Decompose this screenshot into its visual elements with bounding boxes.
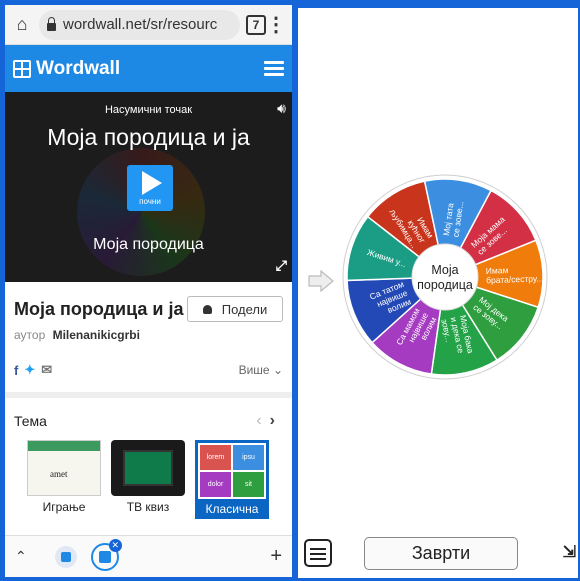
theme-thumbnail: lorem ipsu dolor sit	[195, 440, 269, 502]
fullscreen-icon[interactable]: ⤢	[276, 257, 287, 274]
player-controls: Заврти ⇲	[298, 535, 578, 571]
theme-name: Класична	[205, 502, 259, 516]
activity-preview: Насумични точак 🔊︎ Моја породица и ја по…	[5, 92, 292, 282]
theme-list: amet Играње ТВ квиз lorem ipsu dolor sit…	[5, 430, 292, 519]
chevron-up-icon[interactable]: ⌃	[15, 548, 27, 565]
mobile-browser-pane: ⌂ wordwall.net/sr/resourc 7 ⋮ Wordwall Н…	[5, 5, 292, 577]
theme-option-classic[interactable]: lorem ipsu dolor sit Класична	[195, 440, 269, 519]
activity-player-pane: Моја мамасе зове... Имамбрата/сестру... Мо…	[298, 8, 578, 578]
social-row: f ✦ ✉ Више ⌄	[14, 362, 283, 378]
tab-switcher-button[interactable]: 7	[246, 14, 266, 35]
activity-meta: Моја породица и ја Подели аутор Milenani…	[5, 282, 292, 378]
author-prefix: аутор	[14, 328, 46, 342]
speaker-icon[interactable]: 🔊︎	[277, 100, 286, 117]
theme-nav: ‹›	[256, 412, 283, 430]
spin-button[interactable]: Заврти	[364, 536, 518, 570]
preview-title: Моја породица и ја	[47, 124, 250, 150]
theme-prev-icon[interactable]: ‹	[256, 412, 269, 429]
wordwall-active-tab-icon[interactable]: ✕	[90, 538, 122, 571]
wheel-pointer-icon	[308, 270, 334, 292]
more-button[interactable]: Више ⌄	[239, 363, 283, 377]
theme-cell: lorem	[200, 445, 231, 470]
play-label: почни	[139, 196, 161, 206]
author-line: аутор Milenanikicgrbi	[14, 328, 283, 342]
menu-icon[interactable]	[304, 539, 332, 567]
wordwall-logo[interactable]: Wordwall	[13, 58, 120, 80]
site-header: Wordwall	[5, 45, 292, 92]
theme-thumbnail	[111, 440, 185, 496]
play-icon	[142, 170, 162, 195]
spin-wheel[interactable]: Моја мамасе зове...Имамбрата/сестру...Мо…	[342, 174, 548, 380]
wordwall-tab-icon[interactable]	[54, 545, 77, 568]
user-icon	[202, 304, 212, 314]
browser-menu-icon[interactable]: ⋮	[266, 15, 286, 35]
theme-name: ТВ квиз	[126, 500, 170, 514]
exit-fullscreen-icon[interactable]: ⇲	[563, 544, 576, 560]
share-label: Подели	[221, 301, 268, 317]
theme-name: Играње	[42, 500, 86, 514]
theme-header: Тема ‹›	[5, 398, 292, 430]
lock-icon	[47, 16, 56, 31]
theme-option-tv-quiz[interactable]: ТВ квиз	[111, 440, 185, 519]
mail-icon[interactable]: ✉	[41, 362, 52, 378]
brand-name: Wordwall	[36, 57, 121, 79]
theme-thumbnail: amet	[27, 440, 101, 496]
hamburger-menu-icon[interactable]	[264, 58, 284, 79]
theme-sample-word: amet	[50, 469, 68, 479]
twitter-icon[interactable]: ✦	[24, 362, 35, 378]
browser-url-bar: ⌂ wordwall.net/sr/resourc 7 ⋮	[5, 5, 292, 45]
share-button[interactable]: Подели	[187, 296, 283, 322]
author-link[interactable]: Milenanikicgrbi	[53, 328, 140, 342]
play-button[interactable]: почни	[127, 165, 173, 211]
template-name: Насумични точак	[104, 104, 193, 116]
theme-cell: sit	[233, 472, 264, 497]
theme-label: Тема	[14, 413, 47, 429]
logo-icon	[13, 59, 31, 78]
url-text: wordwall.net/sr/resourc	[63, 16, 218, 33]
facebook-icon[interactable]: f	[14, 363, 18, 378]
theme-cell: ipsu	[233, 445, 264, 470]
close-tab-icon[interactable]: ✕	[108, 538, 122, 552]
home-icon[interactable]: ⌂	[11, 14, 33, 35]
theme-next-icon[interactable]: ›	[270, 412, 283, 429]
activity-title: Моја породица и ја	[14, 298, 184, 319]
address-field[interactable]: wordwall.net/sr/resourc	[39, 9, 240, 40]
theme-cell: dolor	[200, 472, 231, 497]
new-tab-icon[interactable]: +	[270, 545, 282, 568]
browser-bottom-bar: ⌃ ✕ +	[5, 535, 292, 577]
wheel-hub	[411, 243, 479, 311]
theme-option-chess[interactable]: amet Играње	[27, 440, 101, 519]
more-label: Више	[238, 363, 270, 377]
preview-activity-name: Моја породица	[93, 236, 204, 253]
